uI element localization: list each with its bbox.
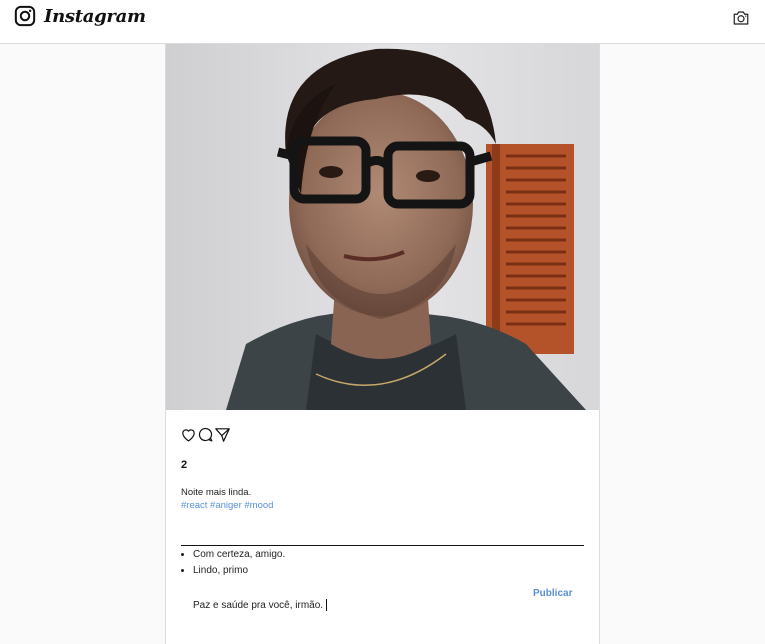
comment-input[interactable] — [193, 597, 523, 613]
top-navigation-bar: Instagram — [0, 0, 765, 44]
hashtag-link[interactable]: #react — [181, 500, 207, 511]
publish-button[interactable]: Publicar — [533, 588, 572, 599]
post-card: 2 Noite mais linda. #react #aniger #mood… — [165, 44, 600, 644]
text-caret — [326, 599, 327, 611]
post-actions — [180, 426, 231, 443]
camera-icon[interactable] — [732, 9, 750, 27]
post-hashtags: #react #aniger #mood — [181, 500, 273, 511]
brand-wordmark: Instagram — [44, 5, 146, 27]
brand-logo[interactable]: Instagram — [14, 5, 146, 27]
comment-bubble-icon[interactable] — [197, 426, 214, 443]
comment-item: Com certeza, amigo. — [193, 547, 285, 563]
heart-outline-icon[interactable] — [180, 426, 197, 443]
comments-divider — [181, 545, 584, 546]
post-photo — [166, 44, 599, 410]
hashtag-link[interactable]: #aniger — [210, 500, 242, 511]
instagram-glyph-icon — [14, 5, 36, 27]
comments-list: Com certeza, amigo. Lindo, primo — [181, 547, 285, 579]
post-caption: Noite mais linda. — [181, 487, 252, 498]
likes-count: 2 — [181, 459, 188, 471]
comment-item: Lindo, primo — [193, 563, 285, 579]
paper-plane-icon[interactable] — [214, 426, 231, 443]
hashtag-link[interactable]: #mood — [244, 500, 273, 511]
